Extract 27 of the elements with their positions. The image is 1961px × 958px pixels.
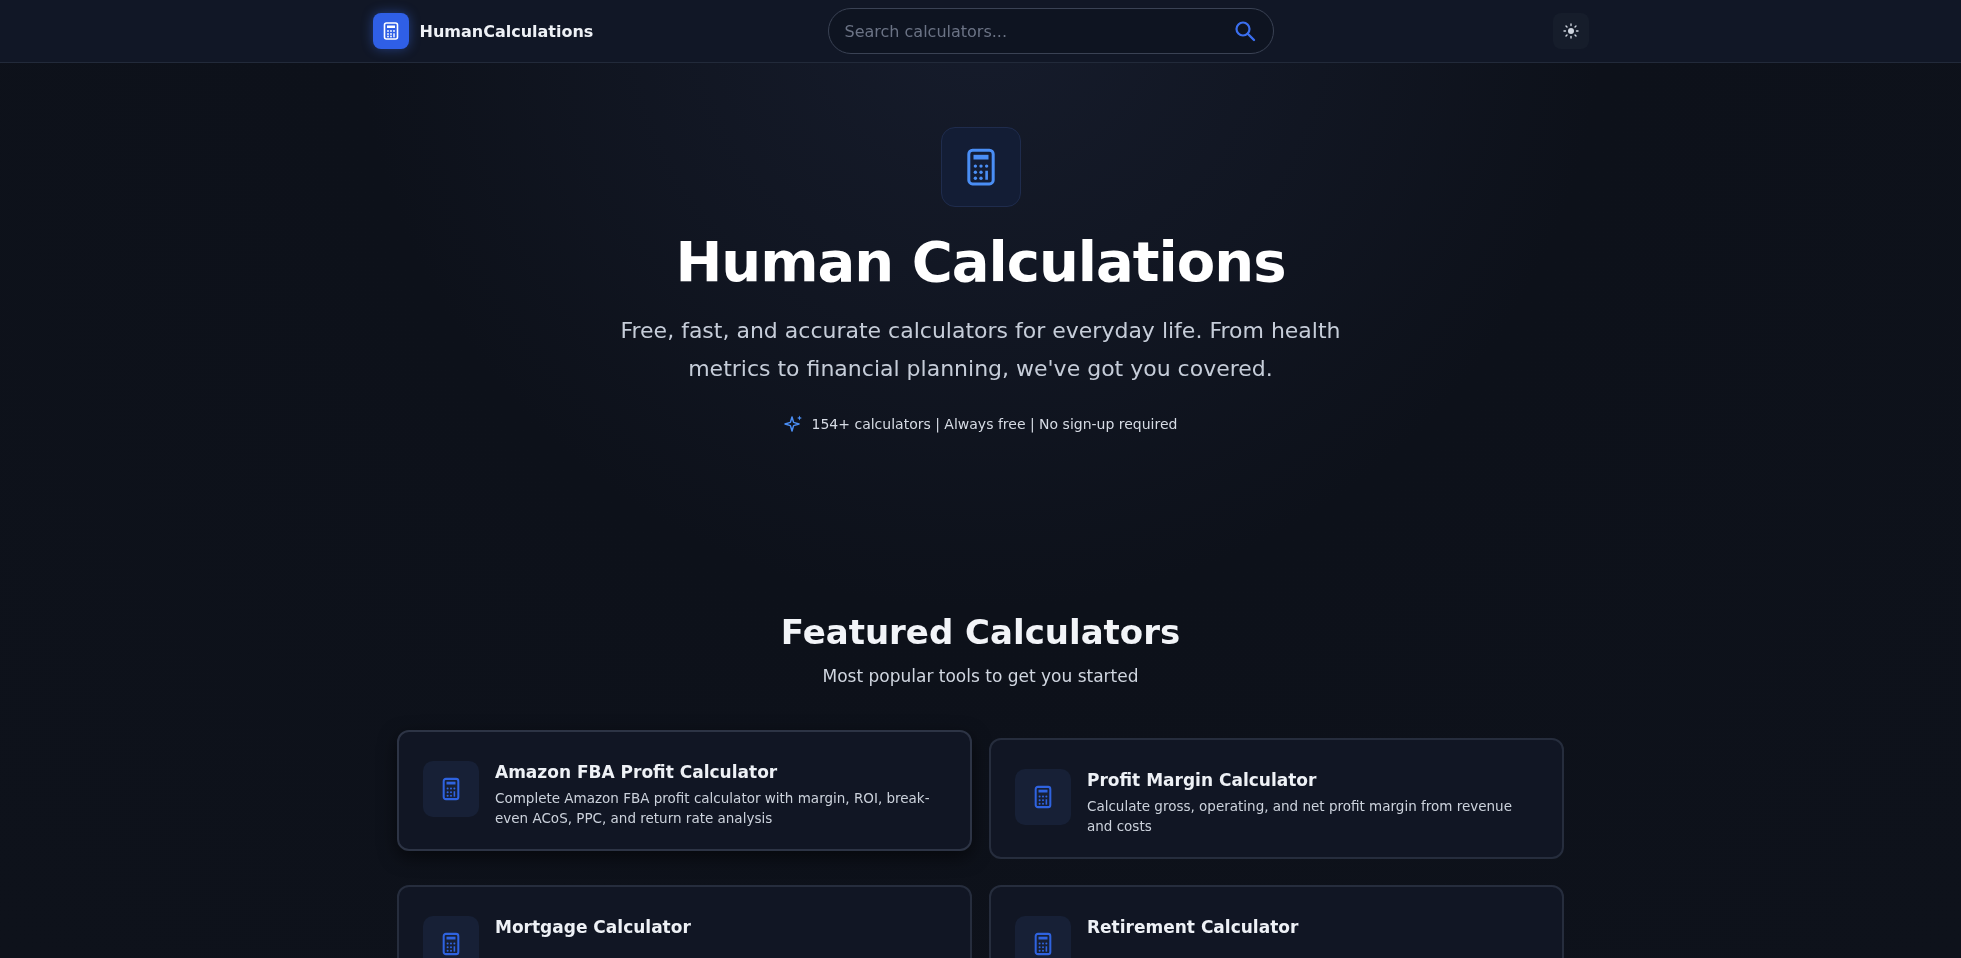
search-icon[interactable] — [1233, 20, 1256, 42]
hero-title: Human Calculations — [675, 229, 1286, 294]
calculator-card[interactable]: Amazon FBA Profit Calculator Complete Amazon FBA profit calculator with margin, ROI, break-even ACoS, PPC, and return rate analysis — [397, 730, 972, 851]
hero-tagline: 154+ calculators | Always free | No sign-up required — [811, 416, 1178, 432]
card-title: Profit Margin Calculator — [1087, 770, 1318, 790]
card-title: Mortgage Calculator — [495, 917, 691, 937]
calculator-card[interactable]: Profit Margin Calculator Calculate gross, operating, and net profit margin from revenue and costs — [989, 738, 1564, 859]
card-title: Retirement Calculator — [1087, 917, 1299, 937]
sparkle-icon — [783, 414, 804, 434]
search-field[interactable]: Search calculators... — [827, 8, 1274, 54]
sun-icon — [1562, 23, 1579, 39]
calculator-icon — [940, 127, 1021, 207]
hero-subtitle: Free, fast, and accurate calculators for everyday life. From health metrics to financial planning, we've got you covered. — [619, 317, 1342, 383]
calculator-logo-icon[interactable] — [372, 13, 409, 49]
calculator-card[interactable]: Mortgage Calculator — [397, 885, 972, 958]
calculator-icon — [423, 916, 479, 958]
calculator-card[interactable]: Retirement Calculator — [989, 885, 1564, 958]
card-description: Complete Amazon FBA profit calculator with margin, ROI, break-even ACoS, PPC, and return rate analysis — [495, 789, 931, 828]
calculator-icon — [1015, 916, 1071, 958]
calculator-icon — [423, 761, 479, 817]
site-name-link[interactable]: HumanCalculations — [419, 21, 594, 41]
section-title: Featured Calculators — [780, 612, 1181, 652]
card-title: Amazon FBA Profit Calculator — [495, 762, 779, 782]
card-description: Calculate gross, operating, and net profit margin from revenue and costs — [1087, 797, 1513, 836]
section-subtitle: Most popular tools to get you started — [822, 666, 1139, 686]
theme-toggle-button[interactable] — [1552, 13, 1589, 49]
calculator-icon — [1015, 769, 1071, 825]
